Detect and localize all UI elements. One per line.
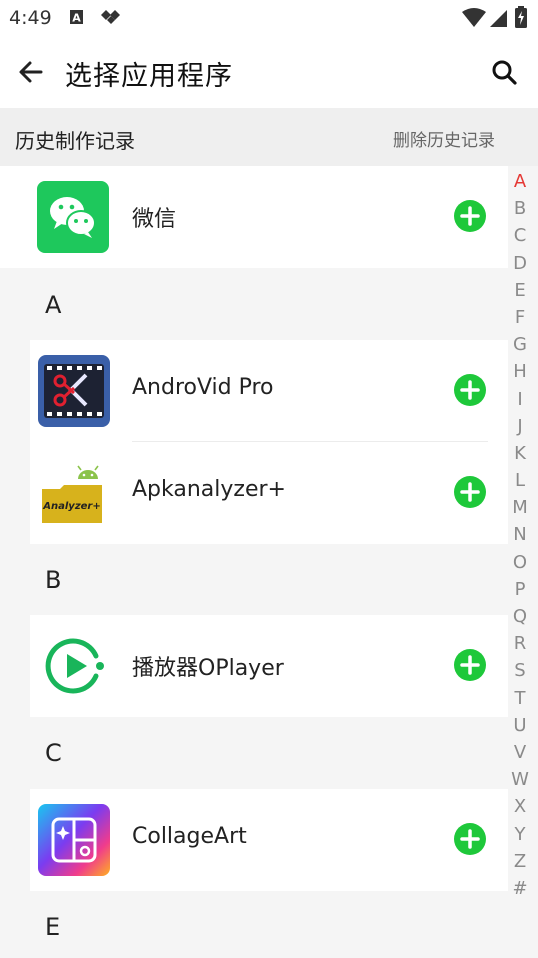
index-letter-q[interactable]: Q — [508, 603, 532, 630]
alphabet-index[interactable]: A B C D E F G H I J K L M N O P Q R S T U V W X Y Z # — [508, 168, 532, 902]
history-header: 历史制作记录 删除历史记录 — [0, 108, 538, 166]
section-letter: E — [45, 913, 61, 941]
index-letter-j[interactable]: J — [508, 413, 532, 440]
wifi-icon — [462, 8, 486, 32]
notification-diamond-icon — [101, 9, 121, 29]
index-letter-a[interactable]: A — [508, 168, 532, 195]
app-label: Apkanalyzer+ — [132, 477, 286, 502]
index-letter-z[interactable]: Z — [508, 848, 532, 875]
search-icon[interactable] — [488, 56, 520, 88]
index-letter-r[interactable]: R — [508, 630, 532, 657]
app-row-apkanalyzer[interactable]: Analyzer+ Apkanalyzer+ — [30, 442, 508, 544]
section-letter: C — [45, 739, 62, 767]
index-letter-n[interactable]: N — [508, 521, 532, 548]
app-row-oplayer[interactable]: 播放器OPlayer — [30, 615, 508, 717]
index-letter-t[interactable]: T — [508, 685, 532, 712]
clear-history-button[interactable]: 删除历史记录 — [393, 126, 495, 151]
add-circle-icon[interactable] — [453, 373, 487, 407]
index-letter-y[interactable]: Y — [508, 821, 532, 848]
index-letter-l[interactable]: L — [508, 467, 532, 494]
add-circle-icon[interactable] — [453, 475, 487, 509]
index-letter-o[interactable]: O — [508, 549, 532, 576]
index-letter-g[interactable]: G — [508, 331, 532, 358]
status-bar: 4:49 A — [0, 0, 538, 36]
battery-icon — [515, 6, 527, 32]
section-letter: B — [45, 566, 62, 594]
svg-text:A: A — [72, 12, 81, 25]
wechat-icon — [37, 181, 109, 253]
history-title: 历史制作记录 — [15, 129, 135, 153]
index-letter-x[interactable]: X — [508, 793, 532, 820]
index-letter-c[interactable]: C — [508, 222, 532, 249]
add-circle-icon[interactable] — [453, 822, 487, 856]
app-label: 微信 — [132, 207, 177, 232]
androvid-icon — [38, 355, 110, 427]
index-letter-f[interactable]: F — [508, 304, 532, 331]
app-row-collageart[interactable]: CollageArt — [30, 789, 508, 891]
add-circle-icon[interactable] — [453, 199, 487, 233]
index-letter-u[interactable]: U — [508, 712, 532, 739]
app-label: CollageArt — [132, 824, 247, 849]
page-title: 选择应用程序 — [65, 61, 233, 92]
app-label: 播放器OPlayer — [132, 656, 284, 681]
index-letter-hash[interactable]: # — [508, 875, 532, 902]
index-letter-i[interactable]: I — [508, 386, 532, 413]
index-letter-w[interactable]: W — [508, 766, 532, 793]
index-letter-e[interactable]: E — [508, 277, 532, 304]
index-letter-h[interactable]: H — [508, 358, 532, 385]
svg-text:Analyzer+: Analyzer+ — [42, 501, 100, 512]
section-letter: A — [45, 291, 62, 319]
app-picker-screen: 4:49 A 选择应用程序 历史制作记录 删除历史记录 微信 A AndroVi… — [0, 0, 538, 958]
index-letter-d[interactable]: D — [508, 250, 532, 277]
app-bar: 选择应用程序 — [0, 36, 538, 108]
index-letter-m[interactable]: M — [508, 494, 532, 521]
history-item-wechat[interactable]: 微信 — [0, 166, 508, 268]
apkanalyzer-icon: Analyzer+ — [38, 457, 110, 529]
notification-a-icon: A — [70, 9, 84, 29]
oplayer-icon — [38, 630, 110, 702]
app-label: AndroVid Pro — [132, 375, 274, 400]
index-letter-b[interactable]: B — [508, 195, 532, 222]
index-letter-p[interactable]: P — [508, 576, 532, 603]
cellular-signal-icon — [490, 8, 508, 32]
index-letter-v[interactable]: V — [508, 739, 532, 766]
status-time: 4:49 — [9, 7, 52, 29]
app-row-androvid[interactable]: AndroVid Pro — [30, 340, 508, 442]
index-letter-s[interactable]: S — [508, 657, 532, 684]
collageart-icon — [38, 804, 110, 876]
arrow-left-icon[interactable] — [16, 58, 48, 86]
index-letter-k[interactable]: K — [508, 440, 532, 467]
add-circle-icon[interactable] — [453, 648, 487, 682]
